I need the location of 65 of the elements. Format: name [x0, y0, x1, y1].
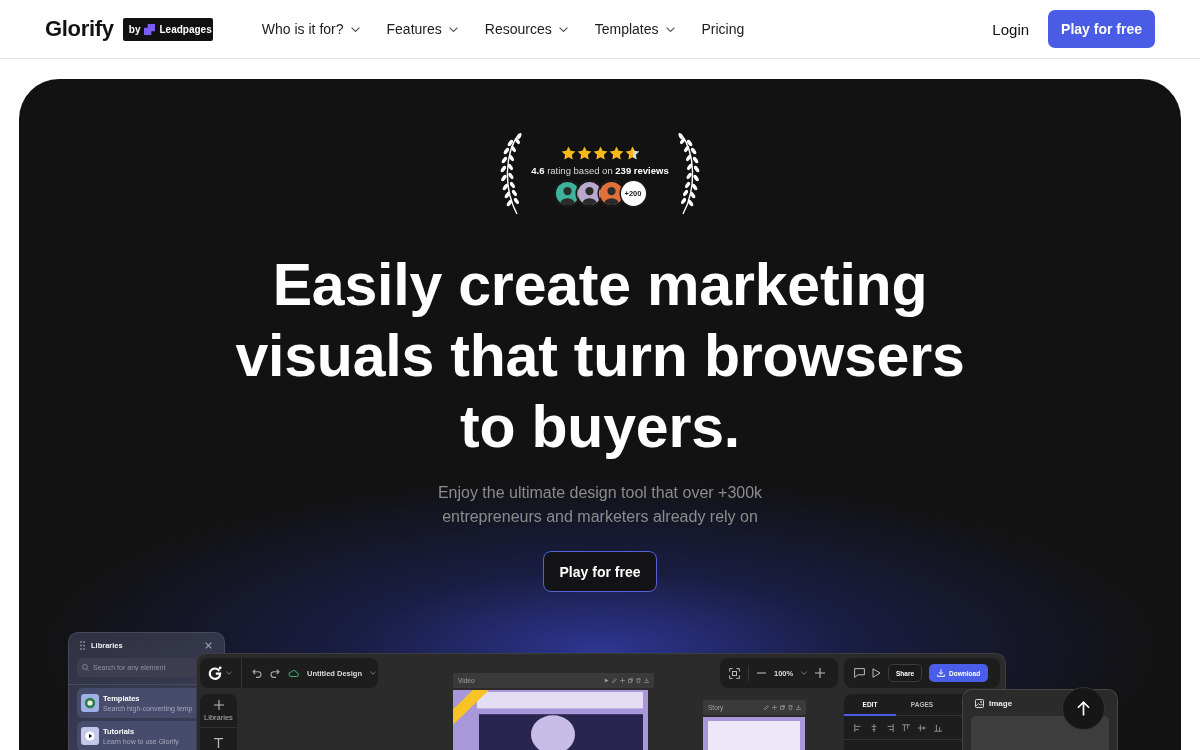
play-icon[interactable]	[872, 668, 881, 678]
align-bottom-icon[interactable]	[934, 723, 942, 732]
close-icon[interactable]	[205, 642, 212, 649]
plus-icon[interactable]	[772, 705, 777, 710]
trash-icon[interactable]	[788, 705, 793, 710]
text-tool-icon	[214, 738, 223, 748]
caret-icon	[448, 26, 458, 32]
cta-button[interactable]: Play for free	[1048, 10, 1155, 48]
download-icon	[937, 669, 946, 677]
star-icon	[592, 146, 608, 160]
drag-handle-icon[interactable]	[80, 641, 85, 650]
star-icon	[608, 146, 624, 160]
play-icon[interactable]	[604, 678, 609, 683]
rating-text: 4.6 rating based on 239 reviews	[531, 165, 669, 177]
align-left-icon[interactable]	[854, 723, 862, 732]
align-center-icon[interactable]	[870, 723, 878, 732]
ring-tile-icon	[81, 694, 99, 712]
plus-icon[interactable]	[620, 678, 625, 683]
nav-link[interactable]: Resources	[484, 21, 568, 37]
laurel-icon	[676, 132, 700, 216]
nav-link[interactable]: Pricing	[701, 21, 745, 37]
star-icon	[624, 146, 640, 160]
align-middle-icon[interactable]	[918, 723, 926, 732]
caret-icon	[226, 671, 232, 675]
logo-mark-icon[interactable]	[208, 666, 222, 680]
brand-name: Leadpages	[159, 23, 212, 35]
caret-icon	[801, 671, 808, 675]
badge-prefix: by	[128, 23, 141, 35]
headline: Easily create marketing visuals that turn browsers to buyers.	[234, 251, 966, 462]
undo-icon[interactable]	[252, 668, 262, 678]
align-top-icon[interactable]	[902, 723, 910, 732]
laurel-icon	[500, 132, 524, 216]
pencil-icon[interactable]	[764, 705, 769, 710]
star-icon	[560, 146, 576, 160]
star-icon	[576, 146, 592, 160]
align-right-icon[interactable]	[886, 723, 894, 732]
arrow-up-icon	[1077, 701, 1090, 716]
copy-icon[interactable]	[780, 705, 785, 710]
plus-icon[interactable]	[815, 668, 826, 678]
caret-icon	[558, 26, 568, 32]
comment-icon[interactable]	[854, 668, 865, 678]
panel-title: Image	[989, 698, 1013, 708]
nav-link[interactable]: Templates	[594, 21, 675, 37]
plus-icon	[213, 699, 224, 710]
login-link[interactable]: Login	[992, 20, 1030, 38]
download-icon[interactable]	[796, 705, 801, 710]
copy-icon[interactable]	[628, 678, 633, 683]
redo-icon[interactable]	[270, 668, 280, 678]
pencil-icon[interactable]	[612, 678, 617, 683]
logo-text[interactable]: Glorify	[45, 16, 114, 42]
image-icon	[975, 698, 984, 708]
search-icon	[82, 664, 89, 671]
download-icon[interactable]	[644, 678, 649, 683]
subtitle: Enjoy the ultimate design tool that over +300k entrepreneurs and marketers already rely on	[436, 483, 764, 527]
caret-icon	[350, 26, 360, 32]
cloud-icon	[288, 669, 299, 677]
cta-button[interactable]: Play for free	[542, 551, 658, 592]
fit-screen-icon[interactable]	[729, 667, 740, 679]
stacked-squares-icon	[144, 23, 156, 35]
caret-icon	[665, 26, 675, 32]
trash-icon[interactable]	[636, 678, 641, 683]
nav-link[interactable]: Who is it for?	[261, 21, 360, 37]
caret-icon	[370, 671, 376, 675]
play-tile-icon	[81, 727, 99, 745]
nav-link[interactable]: Features	[386, 21, 458, 37]
